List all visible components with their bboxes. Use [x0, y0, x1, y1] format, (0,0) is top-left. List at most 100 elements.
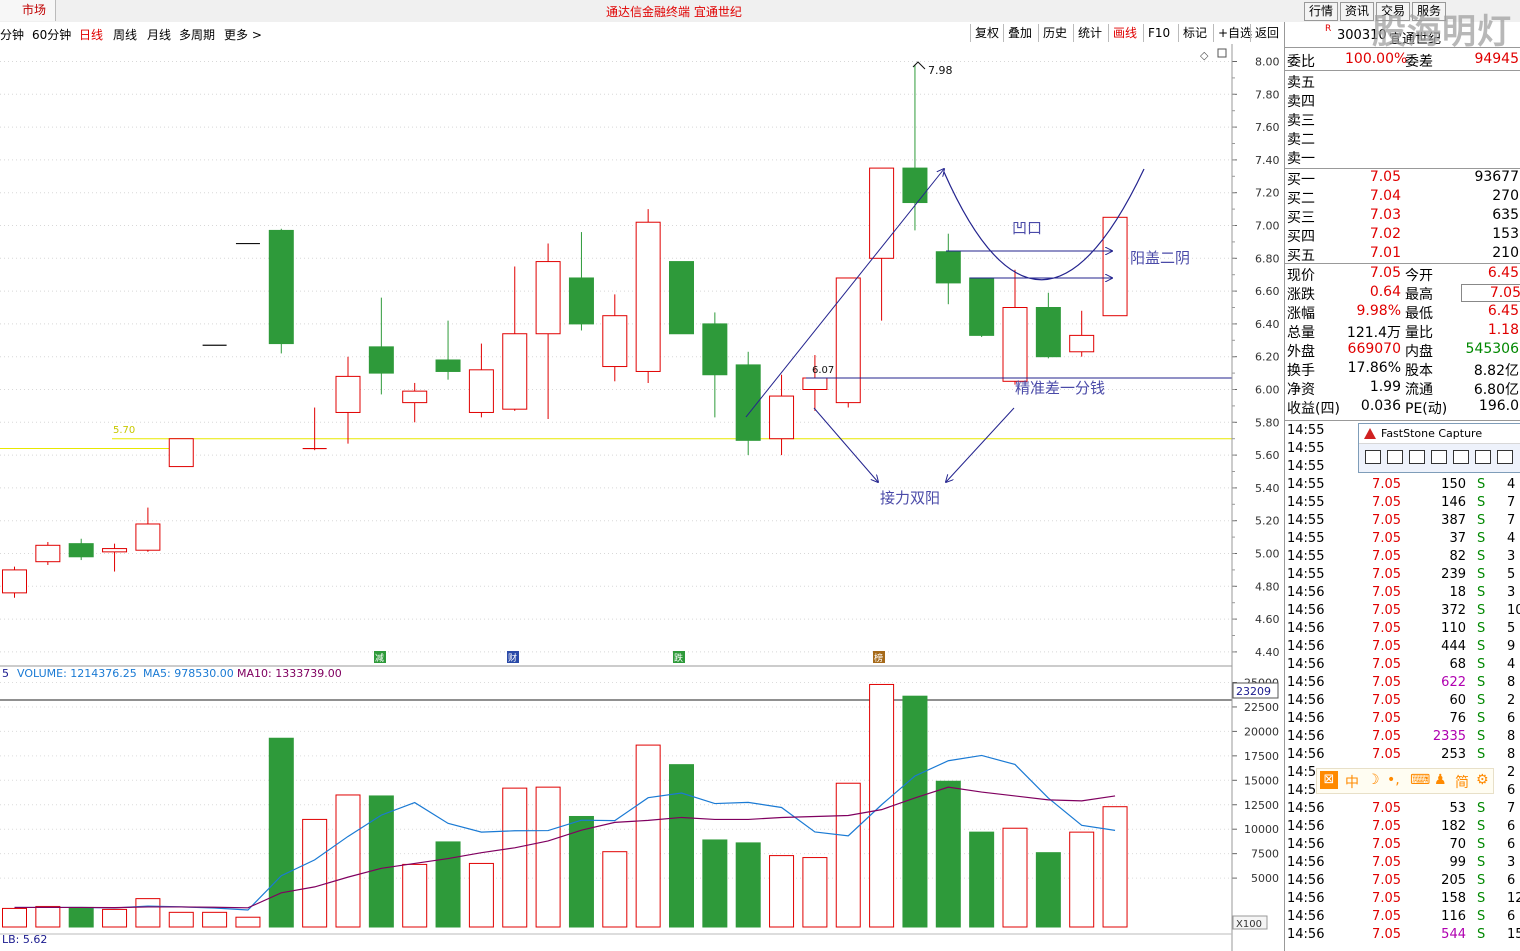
- tick-row[interactable]: 14:56 7.05 68 S 4: [1285, 657, 1520, 675]
- tick-row[interactable]: 14:56 7.05 110 S 5: [1285, 621, 1520, 639]
- volume-bar[interactable]: [468, 862, 494, 928]
- tick-row[interactable]: 14:56 7.05 444 S 9: [1285, 639, 1520, 657]
- tick-row[interactable]: 14:56 7.05 158 S 12: [1285, 891, 1520, 909]
- capture-window-icon[interactable]: [1387, 450, 1403, 464]
- order-row[interactable]: 买四 7.02 153: [1285, 226, 1520, 245]
- volume-bar[interactable]: [535, 786, 561, 928]
- ime-user-icon[interactable]: ♟: [1434, 772, 1447, 788]
- tick-row[interactable]: 14:56 7.05 116 S 6: [1285, 909, 1520, 927]
- volume-bar[interactable]: [168, 911, 194, 928]
- order-row[interactable]: 卖一: [1285, 148, 1520, 167]
- volume-bar[interactable]: [502, 787, 528, 928]
- tick-row[interactable]: 14:55 7.05 150 S 4: [1285, 477, 1520, 495]
- volume-bar[interactable]: [1069, 831, 1095, 928]
- tool-back[interactable]: 返回: [1250, 24, 1283, 42]
- volume-bar[interactable]: [68, 906, 94, 928]
- tool-stats[interactable]: 统计: [1073, 24, 1106, 42]
- tick-row[interactable]: 14:56 7.05 253 S 8: [1285, 747, 1520, 765]
- volume-bar[interactable]: [902, 695, 928, 928]
- tick-row[interactable]: 14:56 7.05 60 S 2: [1285, 693, 1520, 711]
- tick-row[interactable]: 14:56 7.05 70 S 6: [1285, 837, 1520, 855]
- faststone-capture-toolbar[interactable]: FastStone Capture: [1358, 423, 1520, 473]
- ime-settings-icon[interactable]: ⚙: [1476, 772, 1489, 788]
- period-weekly[interactable]: 周线: [113, 26, 137, 43]
- menu-button-news[interactable]: 资讯: [1340, 2, 1375, 21]
- open-folder-icon[interactable]: [1365, 450, 1381, 464]
- order-row[interactable]: 卖五: [1285, 72, 1520, 91]
- volume-bar[interactable]: [1002, 827, 1028, 928]
- volume-bar[interactable]: [1035, 852, 1061, 928]
- ime-toolbar[interactable]: ⊠ 中 ☽ •, ⌨ ♟ 简 ⚙: [1316, 768, 1494, 794]
- volume-bar[interactable]: [402, 863, 428, 928]
- tick-row[interactable]: 14:56 7.05 205 S 6: [1285, 873, 1520, 891]
- tick-row[interactable]: 14:56 7.05 182 S 6: [1285, 819, 1520, 837]
- tool-overlay[interactable]: 叠加: [1003, 24, 1036, 42]
- order-row[interactable]: 买二 7.04 270: [1285, 188, 1520, 207]
- tick-row[interactable]: 14:55 7.05 387 S 7: [1285, 513, 1520, 531]
- volume-bar[interactable]: [102, 908, 128, 928]
- candle[interactable]: [1102, 216, 1128, 317]
- volume-bar[interactable]: [669, 764, 694, 928]
- candle[interactable]: [635, 209, 661, 383]
- volume-bar[interactable]: [835, 782, 861, 928]
- candle[interactable]: [669, 261, 694, 335]
- tick-row[interactable]: 14:55 7.05 82 S 3: [1285, 549, 1520, 567]
- candle[interactable]: [268, 228, 294, 354]
- capture-fullscreen-icon[interactable]: [1475, 450, 1491, 464]
- volume-bar[interactable]: [635, 744, 661, 928]
- volume-bar[interactable]: [769, 855, 795, 928]
- tick-row[interactable]: 14:56 7.05 622 S 8: [1285, 675, 1520, 693]
- period-daily[interactable]: 日线: [79, 26, 103, 43]
- candle[interactable]: [969, 277, 995, 338]
- tick-row[interactable]: 14:55 7.05 239 S 5: [1285, 567, 1520, 585]
- volume-bar[interactable]: [268, 737, 294, 928]
- order-row[interactable]: 买一 7.05 93677: [1285, 169, 1520, 188]
- capture-scroll-icon[interactable]: [1497, 450, 1513, 464]
- volume-bar[interactable]: [135, 898, 161, 928]
- volume-bar[interactable]: [435, 841, 461, 928]
- tick-row[interactable]: 14:56 7.05 372 S 10: [1285, 603, 1520, 621]
- period-more[interactable]: 更多 >: [224, 26, 262, 43]
- diamond-icon[interactable]: ◇: [1200, 49, 1209, 62]
- tool-mark[interactable]: 标记: [1178, 24, 1211, 42]
- period-minute[interactable]: 分钟: [0, 26, 24, 43]
- ime-mode-chinese[interactable]: 中: [1345, 772, 1359, 792]
- order-row[interactable]: 买五 7.01 210: [1285, 245, 1520, 264]
- tick-row[interactable]: 14:55 7.05 146 S 7: [1285, 495, 1520, 513]
- market-menu-button[interactable]: 市场: [0, 0, 56, 21]
- candle[interactable]: [2, 566, 27, 598]
- candlestick-chart[interactable]: 8.00 7.80 7.60 7.40 7.20 7.00 6.80 6.60 6.40 6.20…: [0, 44, 1284, 951]
- tick-row[interactable]: 14:56 7.05 99 S 3: [1285, 855, 1520, 873]
- tool-draw[interactable]: 画线: [1108, 24, 1141, 42]
- candle[interactable]: [168, 438, 194, 468]
- order-row[interactable]: 买三 7.03 635: [1285, 207, 1520, 226]
- volume-bar[interactable]: [969, 831, 995, 928]
- square-toggle-icon[interactable]: [1217, 48, 1227, 58]
- period-monthly[interactable]: 月线: [147, 26, 171, 43]
- volume-bar[interactable]: [1102, 806, 1128, 928]
- volume-bar[interactable]: [335, 794, 361, 928]
- candle[interactable]: [35, 542, 61, 565]
- ime-keyboard-icon[interactable]: ⌨: [1410, 772, 1430, 788]
- volume-bar[interactable]: [869, 683, 895, 928]
- tick-row[interactable]: 14:56 7.05 53 S 7: [1285, 801, 1520, 819]
- ime-punct-icon[interactable]: •,: [1387, 772, 1400, 788]
- tool-history[interactable]: 历史: [1038, 24, 1071, 42]
- tick-row[interactable]: 14:56 7.05 76 S 6: [1285, 711, 1520, 729]
- tick-row[interactable]: 14:55 7.05 37 S 4: [1285, 531, 1520, 549]
- volume-bar[interactable]: [602, 851, 628, 928]
- tool-f10[interactable]: F10: [1143, 24, 1174, 42]
- volume-bar[interactable]: [2, 907, 27, 928]
- volume-bar[interactable]: [235, 916, 261, 928]
- period-multi[interactable]: 多周期: [179, 26, 215, 43]
- volume-bar[interactable]: [35, 905, 61, 928]
- order-row[interactable]: 卖二: [1285, 129, 1520, 148]
- volume-bar[interactable]: [202, 911, 228, 928]
- ime-moon-icon[interactable]: ☽: [1367, 772, 1380, 788]
- tick-row[interactable]: 14:56 7.05 18 S 3: [1285, 585, 1520, 603]
- ime-mode-simplified[interactable]: 简: [1455, 772, 1469, 792]
- capture-freehand-icon[interactable]: [1453, 450, 1469, 464]
- volume-bar[interactable]: [735, 842, 761, 928]
- order-row[interactable]: 卖四: [1285, 91, 1520, 110]
- tick-row[interactable]: 14:56 7.05 2335 S 8: [1285, 729, 1520, 747]
